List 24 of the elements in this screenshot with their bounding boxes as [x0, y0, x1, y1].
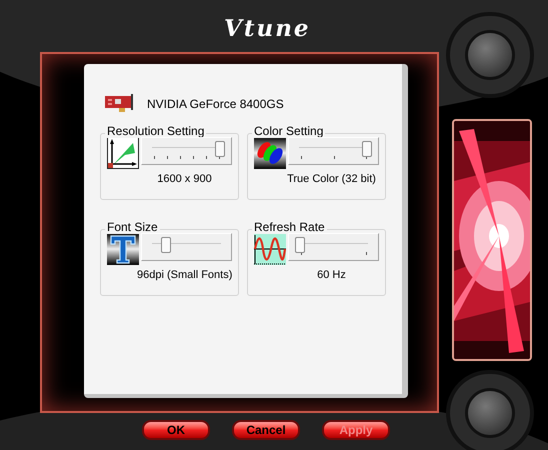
dialog-button[interactable]: Cancel: [232, 420, 300, 440]
slider-thumb[interactable]: [295, 237, 305, 253]
graphics-card-icon: [105, 94, 135, 114]
slider-thumb[interactable]: [362, 141, 372, 157]
slider[interactable]: [141, 137, 232, 165]
dialog-button[interactable]: OK: [142, 420, 210, 440]
slider[interactable]: [288, 137, 379, 165]
wave-icon: [254, 233, 286, 265]
window-title: Vtune: [224, 14, 311, 44]
slider[interactable]: [141, 233, 232, 261]
group-title: Resolution Setting: [105, 124, 206, 138]
slider[interactable]: [288, 233, 379, 261]
group-title: Font Size: [105, 220, 160, 234]
group-title: Color Setting: [252, 124, 326, 138]
setting-value: True Color (32 bit): [286, 173, 377, 186]
group-title: Refresh Rate: [252, 220, 327, 234]
slider-thumb[interactable]: [215, 141, 225, 157]
letter-t-icon: [107, 233, 139, 265]
color-swatches-icon: [254, 137, 286, 169]
setting-value: 1600 x 900: [156, 173, 213, 186]
slider-thumb[interactable]: [161, 237, 172, 253]
device-name: NVIDIA GeForce 8400GS: [147, 96, 284, 113]
setting-value: 60 Hz: [316, 269, 347, 282]
setting-value: 96dpi (Small Fonts): [136, 269, 232, 282]
